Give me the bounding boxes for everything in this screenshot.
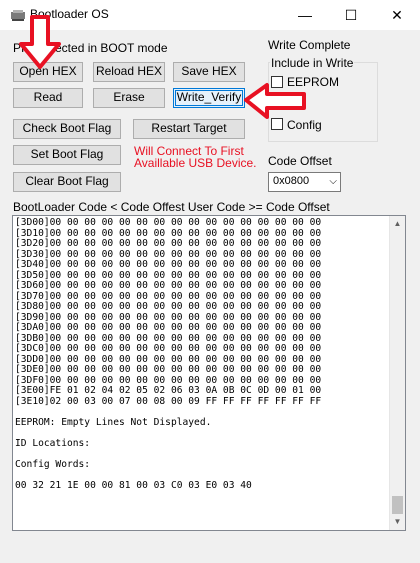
dump-line: [3D00]00 00 00 00 00 00 00 00 00 00 00 0…	[15, 217, 322, 228]
code-offset-legend: BootLoader Code < Code Offest User Code …	[13, 200, 330, 214]
dump-line: [3D40]00 00 00 00 00 00 00 00 00 00 00 0…	[15, 259, 322, 270]
dump-line: [3DC0]00 00 00 00 00 00 00 00 00 00 00 0…	[15, 343, 322, 354]
scroll-down-icon[interactable]: ▼	[390, 514, 405, 530]
usb-connect-hint: Will Connect To First Availlable USB Dev…	[134, 144, 257, 170]
dump-line: [3D60]00 00 00 00 00 00 00 00 00 00 00 0…	[15, 280, 322, 291]
title-bar: Bootloader OS — ☐ ✕	[0, 0, 420, 30]
dump-line: [3DA0]00 00 00 00 00 00 00 00 00 00 00 0…	[15, 322, 322, 333]
hex-dump-content: [3D00]00 00 00 00 00 00 00 00 00 00 00 0…	[15, 217, 387, 491]
check-boot-flag-button[interactable]: Check Boot Flag	[13, 119, 121, 139]
read-button[interactable]: Read	[13, 88, 83, 108]
close-button[interactable]: ✕	[374, 0, 420, 30]
code-offset-label: Code Offset	[268, 154, 332, 168]
dump-line: [3E10]02 00 03 00 07 00 08 00 09 FF FF F…	[15, 395, 322, 407]
erase-button[interactable]: Erase	[93, 88, 165, 108]
vertical-scrollbar[interactable]: ▲ ▼	[389, 216, 405, 530]
dump-line: EEPROM: Empty Lines Not Displayed.	[15, 416, 212, 428]
scrollbar-thumb[interactable]	[392, 496, 403, 514]
hex-dump-textarea[interactable]: [3D00]00 00 00 00 00 00 00 00 00 00 00 0…	[12, 215, 406, 531]
chevron-down-icon: ⌵	[329, 176, 337, 187]
dump-line: 00 32 21 1E 00 00 81 00 03 C0 03 E0 03 4…	[15, 479, 252, 491]
code-offset-select[interactable]: 0x0800 ⌵	[268, 172, 341, 192]
dump-line: Config Words:	[15, 458, 91, 470]
scroll-up-icon[interactable]: ▲	[390, 216, 405, 232]
clear-boot-flag-button[interactable]: Clear Boot Flag	[13, 172, 121, 192]
down-arrow-annotation-icon	[19, 15, 61, 69]
left-arrow-annotation-icon	[244, 83, 306, 119]
code-offset-value: 0x0800	[273, 175, 310, 187]
dump-line: [3D20]00 00 00 00 00 00 00 00 00 00 00 0…	[15, 238, 322, 249]
minimize-button[interactable]: —	[282, 0, 328, 30]
dump-line: [3D80]00 00 00 00 00 00 00 00 00 00 00 0…	[15, 301, 322, 312]
write-status-label: Write Complete	[268, 38, 351, 52]
dump-line: [3DE0]00 00 00 00 00 00 00 00 00 00 00 0…	[15, 364, 322, 375]
set-boot-flag-button[interactable]: Set Boot Flag	[13, 145, 121, 165]
save-hex-button[interactable]: Save HEX	[173, 62, 245, 82]
write-verify-button[interactable]: Write_Verify	[173, 88, 245, 108]
reload-hex-button[interactable]: Reload HEX	[93, 62, 165, 82]
maximize-button[interactable]: ☐	[328, 0, 374, 30]
dump-line: ID Locations:	[15, 437, 91, 449]
dump-line: [3E00]FE 01 02 04 02 05 02 06 03 0A 0B 0…	[15, 385, 322, 396]
include-group-title: Include in Write	[270, 56, 355, 70]
restart-target-button[interactable]: Restart Target	[133, 119, 245, 139]
